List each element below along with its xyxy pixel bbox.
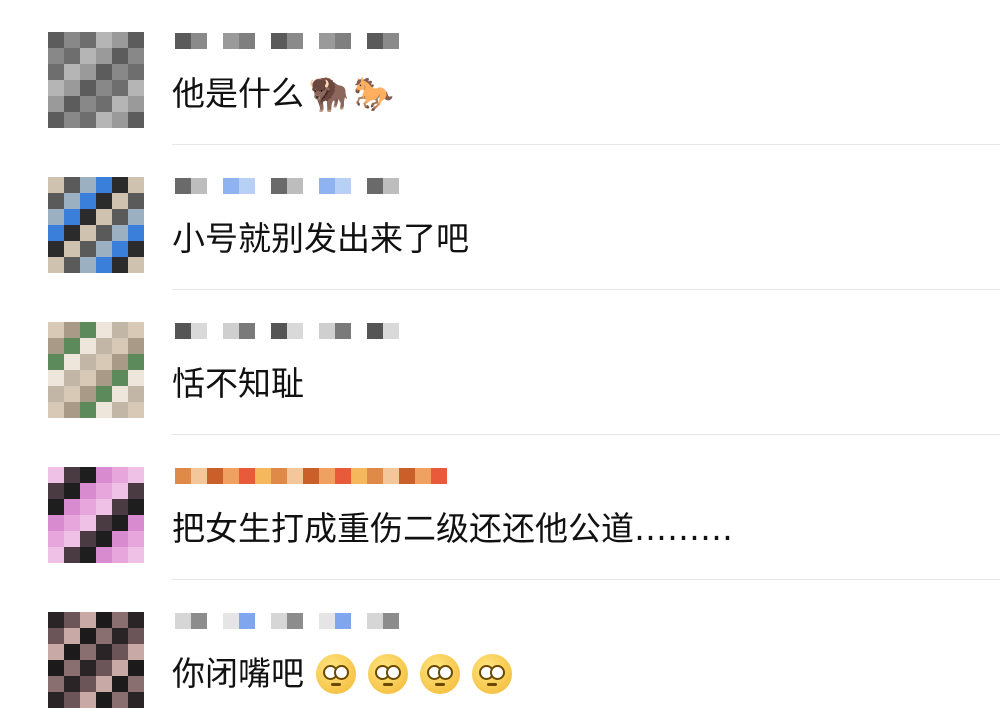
comment-text-content: 小号就别发出来了吧 [172,219,469,258]
comment-item[interactable]: 恬不知耻 [0,290,1000,435]
comment-item[interactable]: 你闭嘴吧 [0,580,1000,725]
comment-text: 他是什么 🦬 🐎 [172,70,394,118]
comment-item[interactable]: 小号就别发出来了吧 [0,145,1000,290]
face-with-rolling-eyes-emoji [368,654,408,694]
comment-text: 恬不知耻 [172,360,304,408]
avatar[interactable] [48,32,144,128]
horse-emoji: 🐎 [353,74,395,113]
comment-item[interactable]: 他是什么 🦬 🐎 [0,0,1000,145]
comment-text-content: 他是什么 [172,74,304,113]
comment-text: 小号就别发出来了吧 [172,215,469,263]
comment-text-content: 把女生打成重伤二级还还他公道……… [172,509,733,548]
avatar[interactable] [48,467,144,563]
avatar[interactable] [48,612,144,708]
face-with-rolling-eyes-emoji [420,654,460,694]
comment-item[interactable]: 把女生打成重伤二级还还他公道……… [0,435,1000,580]
username-pixelated[interactable] [175,32,415,50]
comment-text: 你闭嘴吧 [172,650,512,698]
face-with-rolling-eyes-emoji [316,654,356,694]
username-pixelated[interactable] [175,177,415,195]
username-pixelated[interactable] [175,322,415,340]
comment-text-content: 恬不知耻 [172,364,304,403]
username-pixelated[interactable] [175,467,447,485]
face-with-rolling-eyes-emoji [472,654,512,694]
avatar[interactable] [48,177,144,273]
comment-text-content: 你闭嘴吧 [172,654,304,693]
avatar[interactable] [48,322,144,418]
comment-list-page: { "comments": [ { "text": "他是什么", "emoji… [0,0,1000,725]
bison-emoji: 🦬 [308,74,350,113]
comment-text: 把女生打成重伤二级还还他公道……… [172,505,733,553]
username-pixelated[interactable] [175,612,415,630]
